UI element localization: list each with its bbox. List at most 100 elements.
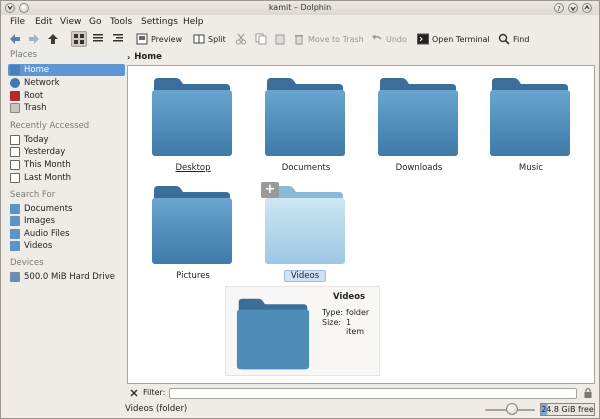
folder-label[interactable]: Documents [256,163,356,173]
folder-icon [490,78,570,156]
folder-documents[interactable] [263,76,345,158]
move-to-trash-button[interactable]: Move to Trash [293,31,364,47]
menu-view[interactable]: View [60,17,81,27]
maximize-icon[interactable] [582,3,592,13]
split-button[interactable]: Split [193,31,226,47]
free-space-indicator[interactable]: 24.8 GiB free [540,403,595,416]
open-terminal-label: Open Terminal [432,34,490,44]
find-button[interactable]: Find [498,31,529,47]
folder-label[interactable]: Downloads [369,163,469,173]
add-selection-icon[interactable]: + [261,182,279,198]
sidebar-item-audio-files[interactable]: Audio Files [8,228,125,240]
copy-button[interactable] [255,31,270,47]
preview-label: Preview [151,34,183,44]
images-folder-icon [10,216,20,226]
move-to-trash-label: Move to Trash [308,34,364,44]
cut-icon [235,33,247,45]
svg-text:?: ? [557,5,561,12]
columns-view-icon [113,34,123,42]
network-icon [10,78,20,88]
menu-file[interactable]: File [10,17,25,27]
sidebar-item-documents[interactable]: Documents [8,203,125,215]
calendar-icon [10,173,20,183]
undo-button[interactable]: Undo [371,31,407,47]
folder-downloads[interactable] [376,76,458,158]
sidebar-item-yesterday[interactable]: Yesterday [8,146,125,158]
sidebar-item-label: Trash [24,103,47,113]
tooltip-size-row-2: item [346,327,364,336]
sidebar-item-label: Last Month [24,173,72,183]
sidebar-item-images[interactable]: Images [8,215,125,227]
folder-desktop[interactable] [150,76,232,158]
paste-button[interactable] [274,31,289,47]
lock-icon[interactable] [583,387,593,401]
window-title: kamit – Dolphin [268,3,332,12]
paste-icon [274,33,286,45]
tooltip-size-value: 1 [346,318,352,327]
sidebar-item-home[interactable]: Home [8,64,125,76]
sidebar-item-last-month[interactable]: Last Month [8,172,125,184]
menu-help[interactable]: Help [183,17,204,27]
back-icon[interactable] [9,33,21,45]
sidebar-item-label: Yesterday [24,147,66,157]
menu-settings[interactable]: Settings [141,17,178,27]
hard-drive-icon [10,272,20,282]
folder-music[interactable] [488,76,570,158]
terminal-icon [417,33,429,45]
undo-icon [371,33,383,45]
sidebar-item-trash[interactable]: Trash [8,102,125,114]
sidebar-item-videos[interactable]: Videos [8,240,125,252]
sidebar-item-label: Videos [24,241,53,251]
root-folder-icon [10,91,20,101]
calendar-icon [10,135,20,145]
columns-view-button[interactable] [111,31,127,47]
sidebar-item-label: Network [24,78,60,88]
find-label: Find [513,34,530,44]
sidebar-item-label: Images [24,216,56,226]
menu-go[interactable]: Go [89,17,101,27]
sidebar-item-this-month[interactable]: This Month [8,159,125,171]
sidebar-item-root[interactable]: Root [8,90,125,102]
up-icon[interactable] [47,33,59,45]
details-view-button[interactable] [91,31,107,47]
preview-button[interactable]: Preview [136,31,182,47]
menu-bar: File Edit View Go Tools Settings Help [1,15,599,30]
folder-icon [152,78,232,156]
status-text: Videos (folder) [125,404,188,414]
title-bar: kamit – Dolphin ? [1,1,599,15]
sidebar-item-network[interactable]: Network [8,77,125,89]
folder-label[interactable]: Desktop [143,163,243,173]
videos-folder-icon [10,241,20,251]
menu-edit[interactable]: Edit [35,17,52,27]
tooltip-type-label: Type: [322,308,344,317]
zoom-slider-handle[interactable] [506,403,518,415]
sidebar-item-hard-drive[interactable]: 500.0 MiB Hard Drive [8,271,125,283]
forward-icon[interactable] [28,33,40,45]
calendar-icon [10,147,20,157]
sidebar-item-label: This Month [24,160,71,170]
folder-label[interactable]: Pictures [143,271,243,281]
icons-view-button[interactable] [71,31,87,47]
folder-label-selected[interactable]: Videos [284,270,326,282]
file-tooltip: Videos Type: folder Size: 1 item [225,286,380,376]
menu-tools[interactable]: Tools [110,17,132,27]
open-terminal-button[interactable]: Open Terminal [417,31,490,47]
clear-filter-icon[interactable] [129,388,139,400]
sidebar-item-today[interactable]: Today [8,134,125,146]
sidebar-item-label: Documents [24,204,73,214]
split-label: Split [208,34,226,44]
status-bar: Videos (folder) 24.8 GiB free [1,401,599,418]
filter-input[interactable] [169,388,577,399]
preview-icon [136,33,148,45]
tooltip-size-row: Size: 1 [322,318,351,327]
recent-section-title: Recently Accessed [10,121,90,131]
folder-pictures[interactable] [150,184,232,266]
breadcrumb[interactable]: › Home [127,51,162,63]
cut-button[interactable] [235,31,250,47]
minimize-icon[interactable] [568,3,578,13]
help-window-icon[interactable]: ? [554,3,564,13]
folder-label[interactable]: Music [481,163,581,173]
icons-view-icon [74,34,84,44]
breadcrumb-current[interactable]: Home [134,52,162,62]
tooltip-type-value: folder [346,308,370,317]
